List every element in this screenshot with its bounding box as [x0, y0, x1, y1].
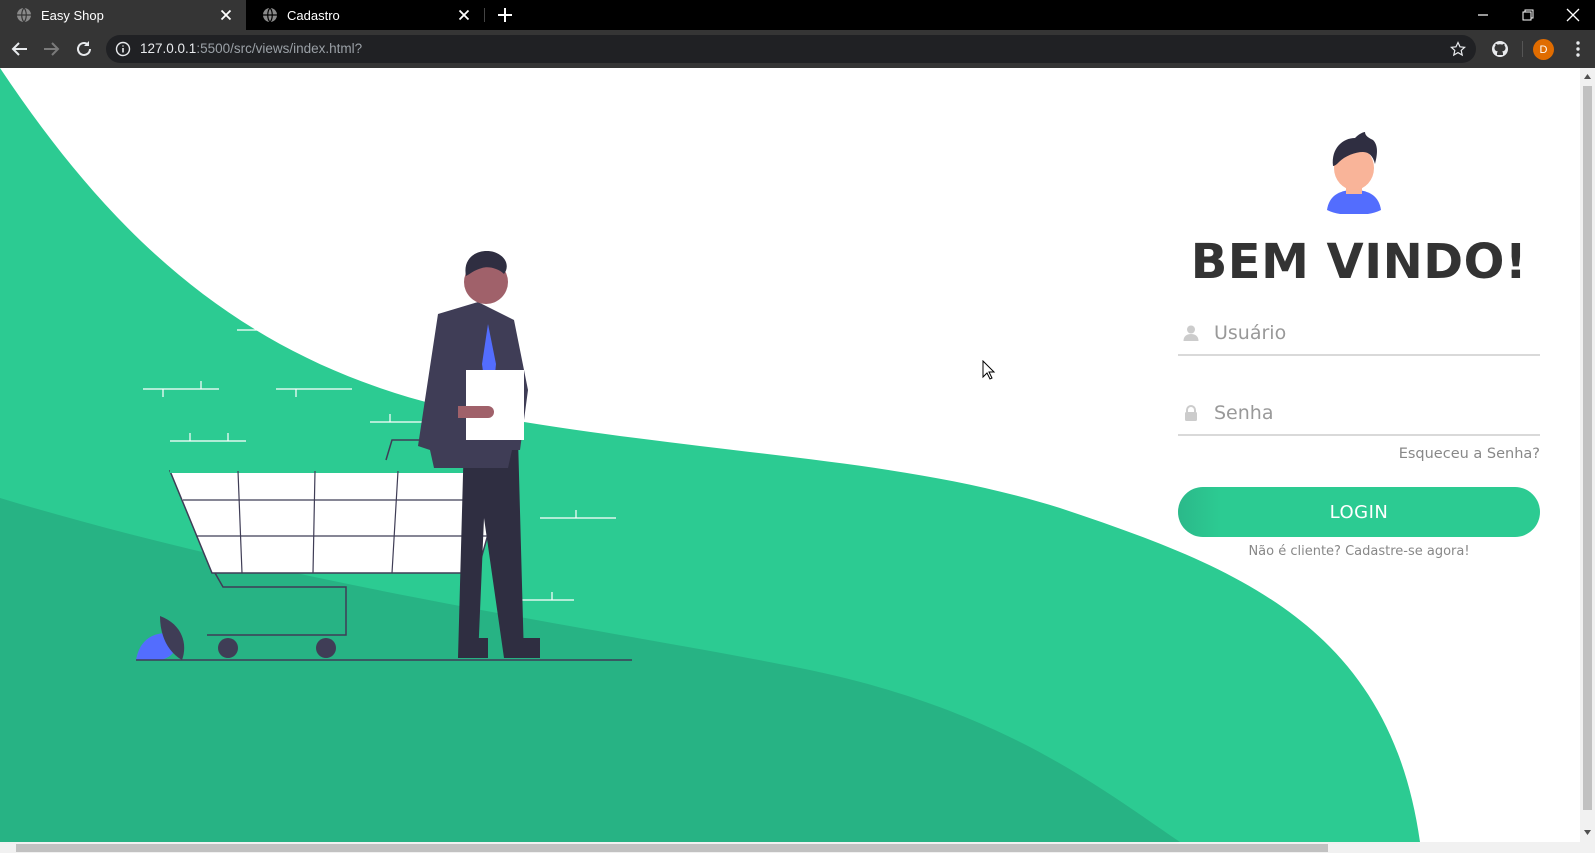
info-icon[interactable]: [115, 41, 131, 57]
welcome-heading: BEM VINDO!: [1190, 234, 1528, 290]
user-avatar-icon: [1327, 132, 1381, 214]
restore-icon[interactable]: [1518, 5, 1538, 25]
close-icon[interactable]: [456, 7, 472, 23]
close-icon[interactable]: [1563, 5, 1583, 25]
kebab-menu-icon[interactable]: [1568, 39, 1588, 59]
toolbar-separator: [1522, 41, 1523, 57]
page-viewport: BEM VINDO! Esqueceu a Senha? LOGIN Não é…: [0, 68, 1580, 842]
tab-title: Cadastro: [287, 7, 340, 23]
scrollbar-thumb[interactable]: [16, 844, 1328, 852]
shopping-illustration: [136, 251, 632, 661]
tab-cadastro[interactable]: Cadastro: [246, 0, 484, 30]
url-text[interactable]: 127.0.0.1:5500/src/views/index.html?: [140, 41, 362, 56]
profile-avatar[interactable]: D: [1533, 39, 1554, 60]
password-input[interactable]: [1212, 396, 1536, 430]
minimize-icon[interactable]: [1473, 5, 1493, 25]
shopping-cart: [168, 435, 507, 658]
lock-icon: [1185, 405, 1197, 421]
scroll-up-icon[interactable]: [1583, 72, 1592, 81]
star-icon[interactable]: [1450, 41, 1466, 57]
forward-arrow-icon[interactable]: [41, 39, 61, 59]
plus-icon[interactable]: [496, 6, 514, 24]
github-icon[interactable]: [1490, 39, 1510, 59]
vertical-scrollbar[interactable]: [1580, 68, 1595, 842]
address-bar[interactable]: 127.0.0.1:5500/src/views/index.html?: [106, 35, 1476, 63]
browser-toolbar: 127.0.0.1:5500/src/views/index.html? D: [0, 30, 1595, 68]
tab-separator: [484, 8, 485, 22]
password-field[interactable]: [1178, 392, 1540, 436]
close-icon[interactable]: [218, 7, 234, 23]
username-input[interactable]: [1212, 316, 1536, 350]
tab-easy-shop[interactable]: Easy Shop: [0, 0, 246, 30]
forgot-password-link[interactable]: Esqueceu a Senha?: [1399, 446, 1540, 462]
tab-bar: Easy Shop Cadastro: [0, 0, 1595, 30]
scrollbar-thumb[interactable]: [1583, 86, 1592, 810]
login-button[interactable]: LOGIN: [1178, 487, 1540, 537]
person: [418, 251, 540, 658]
signup-link[interactable]: Não é cliente? Cadastre-se agora!: [1178, 544, 1540, 559]
back-arrow-icon[interactable]: [10, 39, 30, 59]
tab-title: Easy Shop: [41, 7, 104, 23]
globe-icon: [17, 7, 31, 23]
mouse-cursor-icon: [982, 360, 996, 380]
username-field[interactable]: [1178, 312, 1540, 356]
scroll-down-icon[interactable]: [1583, 828, 1592, 837]
globe-icon: [263, 7, 277, 23]
user-icon: [1183, 325, 1199, 341]
horizontal-scrollbar[interactable]: [0, 842, 1595, 853]
reload-icon[interactable]: [74, 39, 94, 59]
